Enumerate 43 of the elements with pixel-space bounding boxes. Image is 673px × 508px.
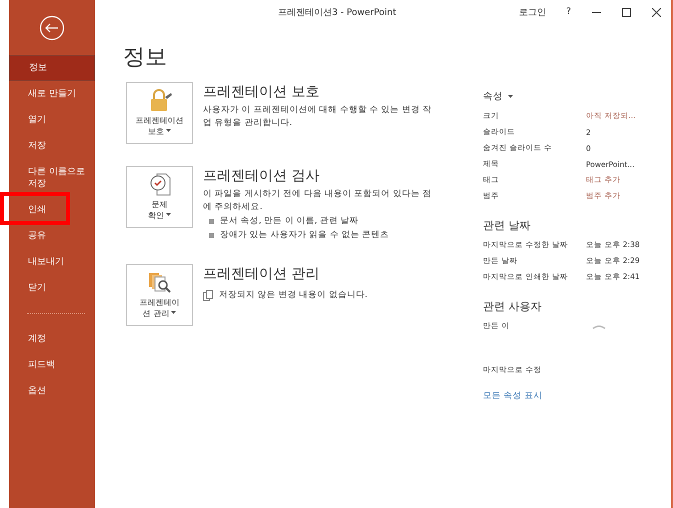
- documents-search-icon: [148, 270, 172, 294]
- sidebar-item[interactable]: 내보내기: [9, 249, 95, 275]
- sidebar-item[interactable]: 옵션: [9, 378, 95, 404]
- maximize-icon[interactable]: [622, 8, 630, 16]
- back-icon[interactable]: [39, 14, 65, 40]
- section-description: 사용자가 이 프레젠테이션에 대해 수행할 수 있는 변경 작업 유형을 관리합니다.: [203, 104, 433, 130]
- bullet-icon: [209, 232, 214, 238]
- section-title: 프레젠테이션 보호: [203, 83, 320, 101]
- sidebar-item[interactable]: 정보: [9, 55, 95, 81]
- sidebar-item[interactable]: 닫기: [9, 275, 95, 301]
- sidebar-item[interactable]: 계정: [9, 326, 95, 352]
- action-button[interactable]: 프레젠테이 션 관리: [126, 264, 193, 326]
- document-check-icon: [148, 172, 170, 196]
- close-icon[interactable]: [652, 8, 660, 16]
- sidebar-item[interactable]: 공유: [9, 223, 95, 249]
- action-button[interactable]: 프레젠테이션 보호: [126, 82, 193, 144]
- section-description: 이 파일을 게시하기 전에 다음 내용이 포함되어 있다는 점에 주의하세요.: [203, 188, 433, 214]
- window-title: 프레젠테이션3 - PowerPoint: [276, 6, 398, 18]
- caret-icon: [508, 95, 513, 98]
- show-all-properties-link[interactable]: 모든 속성 표시: [483, 390, 542, 402]
- sidebar-item[interactable]: 열기: [9, 107, 95, 133]
- section-title: 프레젠테이션 검사: [203, 167, 320, 185]
- bullet-text: 문서 속성, 만든 이 이름, 관련 날짜: [220, 215, 359, 228]
- caret-icon: [166, 128, 171, 132]
- sign-in-link[interactable]: 로그인: [509, 6, 556, 18]
- sidebar-item[interactable]: 인쇄: [9, 197, 95, 223]
- properties-heading[interactable]: 속성: [483, 90, 503, 103]
- page-title: 정보: [123, 44, 168, 72]
- section-heading: 관련 날짜: [483, 218, 532, 233]
- caret-icon: [171, 310, 176, 314]
- bullet-text: 장애가 있는 사용자가 읽을 수 없는 콘텐츠: [220, 229, 390, 242]
- note-text: 저장되지 않은 변경 내용이 없습니다.: [219, 289, 368, 301]
- section-title: 프레젠테이션 관리: [203, 265, 320, 283]
- sidebar-item[interactable]: 다른 이름으로 저장: [9, 159, 95, 197]
- help-button[interactable]: ?: [556, 7, 581, 17]
- sidebar-item[interactable]: 저장: [9, 133, 95, 159]
- bullet-icon: [209, 218, 214, 224]
- caret-icon: [166, 212, 171, 216]
- sidebar-item[interactable]: 피드백: [9, 352, 95, 378]
- document-icon: [203, 290, 213, 300]
- action-button[interactable]: 문제 확인: [126, 166, 193, 228]
- sidebar-item[interactable]: 새로 만들기: [9, 81, 95, 107]
- section-heading: 관련 사용자: [483, 299, 542, 314]
